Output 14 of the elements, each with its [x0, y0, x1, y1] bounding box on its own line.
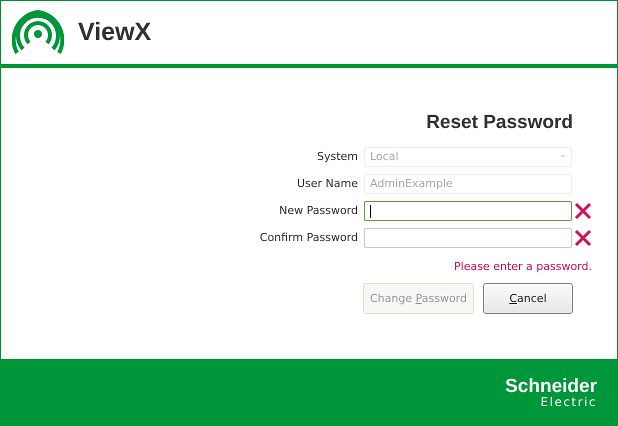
cancel-button[interactable]: Cancel — [483, 283, 573, 314]
field-label: New Password — [279, 204, 358, 217]
field-label: Confirm Password — [260, 231, 358, 244]
dropdown-caret-icon — [560, 154, 566, 158]
error-message: Please enter a password. — [454, 260, 592, 273]
field-label: User Name — [296, 177, 358, 190]
signal-logo-icon — [12, 10, 64, 54]
app-name: ViewX — [78, 18, 152, 46]
input-field[interactable] — [364, 200, 572, 220]
form-title: Reset Password — [426, 112, 573, 134]
brand-subtitle: Electric — [540, 396, 597, 408]
input-field[interactable] — [364, 228, 572, 248]
field-label: System — [316, 150, 358, 163]
brand-name: Schneider — [505, 376, 597, 396]
